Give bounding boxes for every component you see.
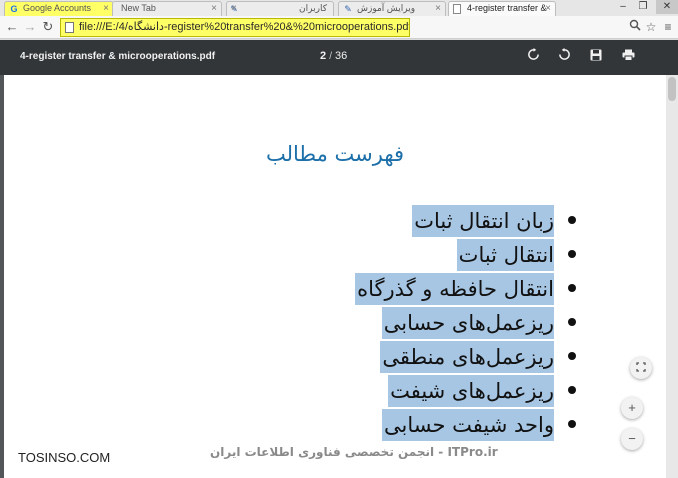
url-text: file:///E:/4/دانشگاه-register%20transfer… <box>79 21 410 33</box>
close-tab-icon[interactable]: × <box>211 2 217 15</box>
current-page-input[interactable]: 2 <box>320 50 326 62</box>
slide-title: فهرست مطالب <box>265 142 405 166</box>
tab-edit-tutorial[interactable]: ✎ ویرایش آموزش × <box>338 1 446 16</box>
pdf-page <box>4 75 666 478</box>
close-tab-icon[interactable]: × <box>545 2 551 15</box>
contents-list: زبان انتقال ثبات انتقال ثبات انتقال حافظ… <box>355 204 576 442</box>
bullet-icon <box>568 216 576 224</box>
bullet-icon <box>568 250 576 258</box>
menu-icon[interactable]: ≡ <box>661 19 675 35</box>
star-icon[interactable]: ☆ <box>644 19 658 35</box>
google-icon: G <box>10 4 18 14</box>
close-tab-icon[interactable]: × <box>435 2 441 15</box>
pen-icon: ✎ <box>344 4 352 14</box>
close-window-button[interactable]: ✕ <box>656 0 678 14</box>
zoom-icon[interactable] <box>628 19 642 35</box>
list-item: ریزعمل‌های حسابی <box>355 306 576 340</box>
list-item: زبان انتقال ثبات <box>355 204 576 238</box>
print-icon[interactable] <box>619 48 637 66</box>
close-tab-icon[interactable]: × <box>231 2 237 15</box>
page-indicator: 2 / 36 <box>320 50 347 62</box>
address-bar[interactable]: file:///E:/4/دانشگاه-register%20transfer… <box>60 18 410 37</box>
bullet-icon <box>568 386 576 394</box>
rotate-counterclockwise-icon[interactable] <box>555 48 573 66</box>
pdf-toolbar: 4-register transfer & microoperations.pd… <box>0 40 678 75</box>
watermark: TOSINSO.COM <box>18 450 111 465</box>
list-item: انتقال ثبات <box>355 238 576 272</box>
list-item: ریزعمل‌های شیفت <box>355 374 576 408</box>
tab-label: Google Accounts <box>23 3 92 13</box>
forward-button[interactable]: → <box>22 19 38 35</box>
page-icon <box>65 22 74 33</box>
bullet-icon <box>568 352 576 360</box>
page-separator: / <box>329 51 332 62</box>
rotate-clockwise-icon[interactable] <box>524 48 542 66</box>
zoom-out-button[interactable]: − <box>621 428 643 450</box>
bullet-icon <box>568 420 576 428</box>
bullet-icon <box>568 318 576 326</box>
back-button[interactable]: ← <box>4 19 20 35</box>
tab-pdf[interactable]: 4-register transfer & × <box>448 1 556 16</box>
list-item: واحد شیفت حسابی <box>355 408 576 442</box>
pdf-viewer[interactable] <box>0 75 678 478</box>
tab-new-tab[interactable]: New Tab × <box>112 1 222 16</box>
tab-label: 4-register transfer & <box>467 3 547 13</box>
tab-label: ویرایش آموزش <box>357 3 416 13</box>
save-icon[interactable] <box>587 48 605 66</box>
page-icon <box>453 4 461 14</box>
tab-users[interactable]: ✎ کاربران × <box>226 1 334 16</box>
fit-to-page-button[interactable] <box>630 357 652 379</box>
pdf-filename: 4-register transfer & microoperations.pd… <box>20 51 216 62</box>
close-tab-icon[interactable]: × <box>103 2 109 15</box>
tab-strip: G Google Accounts × New Tab × ✎ کاربران … <box>0 0 678 16</box>
browser-toolbar: ← → ↻ file:///E:/4/دانشگاه-register%20tr… <box>0 16 678 39</box>
total-pages: 36 <box>335 50 348 62</box>
maximize-button[interactable]: ❐ <box>634 0 652 14</box>
slide-footer: ITPro.ir - انجمن تخصصی فناوری اطلاعات ای… <box>210 445 498 459</box>
bullet-icon <box>568 284 576 292</box>
list-item: انتقال حافظه و گذرگاه <box>355 272 576 306</box>
tab-label: New Tab <box>121 3 156 13</box>
zoom-in-button[interactable]: + <box>621 397 643 419</box>
scrollbar-thumb[interactable] <box>668 77 676 101</box>
list-item: ریزعمل‌های منطقی <box>355 340 576 374</box>
tab-google-accounts[interactable]: G Google Accounts × <box>4 1 114 16</box>
scrollbar[interactable] <box>666 75 678 478</box>
reload-button[interactable]: ↻ <box>40 19 56 35</box>
tab-label: کاربران <box>299 3 327 13</box>
minimize-button[interactable]: – <box>614 0 632 14</box>
